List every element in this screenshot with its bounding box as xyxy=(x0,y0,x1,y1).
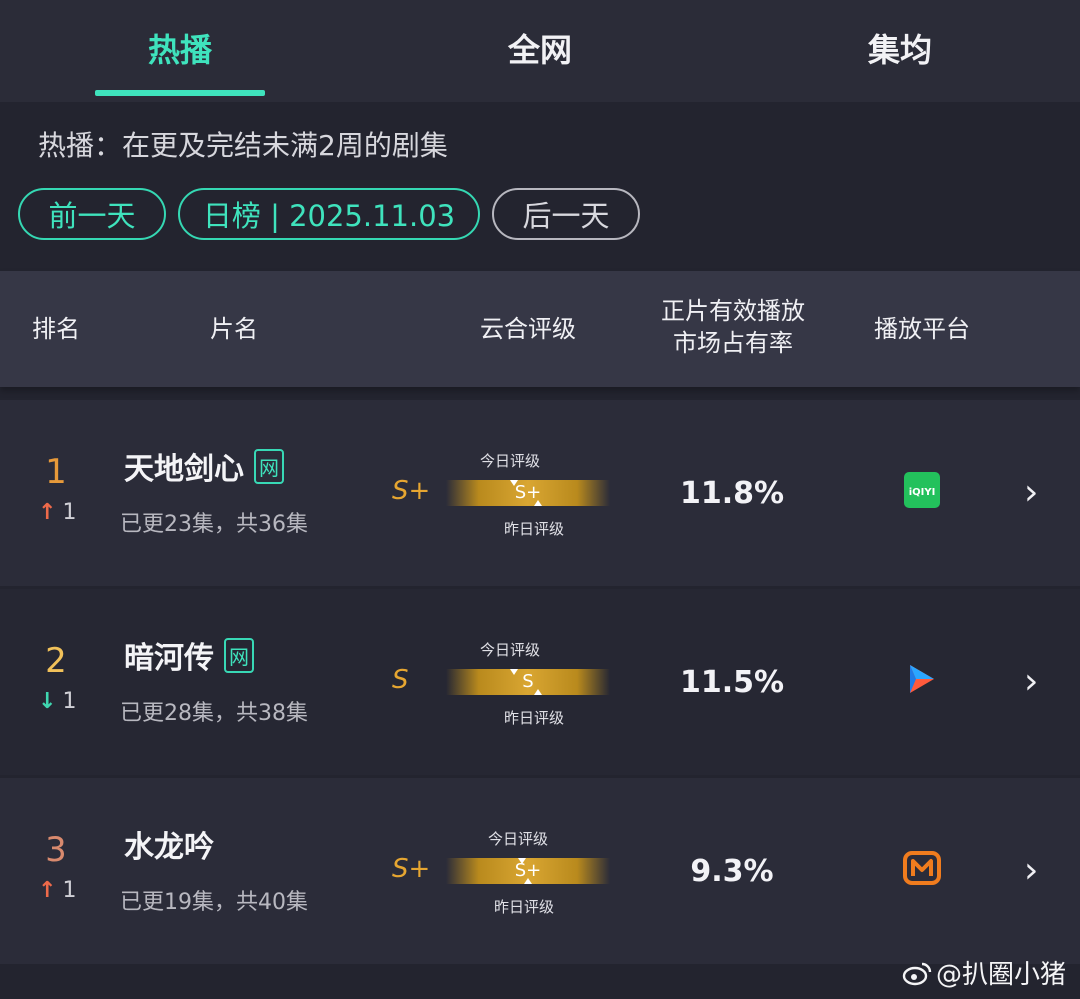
grade-bar-value: S xyxy=(522,671,534,692)
rank-change-value: 1 xyxy=(62,689,77,714)
show-title: 水龙吟 xyxy=(124,822,214,866)
tab-episode-average-label: 集均 xyxy=(867,31,932,69)
tab-bar: 热播 全网 集均 xyxy=(0,0,1080,102)
show-title-text: 水龙吟 xyxy=(124,830,214,865)
weibo-watermark: @扒圈小猪 xyxy=(902,954,1066,991)
rank-change: ↓ 1 xyxy=(38,689,76,714)
show-title: 暗河传 网 xyxy=(124,633,254,677)
table-row[interactable]: 3 ↑ 1 水龙吟 已更19集，共40集 S+ 今日评级 S+ 昨日评级 9.3… xyxy=(0,778,1080,964)
yesterday-marker xyxy=(524,878,532,884)
grade-label: S+ xyxy=(392,476,431,506)
mango-tv-icon xyxy=(902,848,942,888)
arrow-down-icon: ↓ xyxy=(38,689,57,714)
tab-hot-label: 热播 xyxy=(147,31,212,69)
header-share-line1: 正片有效播放 xyxy=(661,297,805,325)
chevron-right-icon[interactable]: › xyxy=(1024,661,1038,702)
iqiyi-icon: iQIYI xyxy=(902,470,942,510)
watermark-text: @扒圈小猪 xyxy=(935,960,1066,990)
prev-day-button[interactable]: 前一天 xyxy=(18,188,166,240)
table-row[interactable]: 1 ↑ 1 天地剑心 网 已更23集，共36集 S+ 今日评级 S+ 昨日评级 … xyxy=(0,400,1080,586)
tab-hot[interactable]: 热播 xyxy=(0,0,360,102)
grade-bar-value: S+ xyxy=(514,482,542,503)
episode-status: 已更19集，共40集 xyxy=(120,890,308,915)
yesterday-grade-label: 昨日评级 xyxy=(504,520,565,538)
tab-all-network-label: 全网 xyxy=(507,31,572,69)
yesterday-marker xyxy=(534,689,542,695)
grade-bar: S xyxy=(446,669,610,695)
rank-number: 3 xyxy=(45,830,67,870)
today-grade-label: 今日评级 xyxy=(480,452,541,470)
weibo-icon xyxy=(902,962,932,985)
rank-number: 2 xyxy=(45,641,67,681)
header-rank: 排名 xyxy=(32,315,80,343)
arrow-up-icon: ↑ xyxy=(38,500,57,525)
grade-bar: S+ xyxy=(446,858,610,884)
rank-number: 1 xyxy=(45,452,67,492)
chevron-right-icon[interactable]: › xyxy=(1024,850,1038,891)
header-platform: 播放平台 xyxy=(874,315,970,343)
youku-icon xyxy=(902,659,942,699)
web-badge: 网 xyxy=(254,448,284,484)
grade-label: S+ xyxy=(392,854,431,884)
current-date-button[interactable]: 日榜 | 2025.11.03 xyxy=(178,188,480,240)
tab-all-network[interactable]: 全网 xyxy=(360,0,720,102)
episode-status: 已更28集，共38集 xyxy=(120,701,308,726)
yesterday-marker xyxy=(534,500,542,506)
today-grade-label: 今日评级 xyxy=(480,641,541,659)
market-share: 11.5% xyxy=(679,665,785,700)
table-header: 排名 片名 云合评级 正片有效播放 市场占有率 播放平台 xyxy=(0,271,1080,387)
header-share-line2: 市场占有率 xyxy=(673,329,793,357)
header-title: 片名 xyxy=(210,315,258,343)
tab-episode-average[interactable]: 集均 xyxy=(720,0,1080,102)
show-title-text: 暗河传 xyxy=(124,641,214,676)
show-title: 天地剑心 网 xyxy=(124,444,284,488)
grade-bar: S+ xyxy=(446,480,610,506)
header-rating: 云合评级 xyxy=(480,315,576,343)
rank-change: ↑ 1 xyxy=(38,878,76,903)
next-day-button[interactable]: 后一天 xyxy=(492,188,640,240)
web-badge: 网 xyxy=(224,637,254,673)
market-share: 11.8% xyxy=(679,476,785,511)
episode-status: 已更23集，共36集 xyxy=(120,512,308,537)
market-share: 9.3% xyxy=(690,854,774,889)
yesterday-grade-label: 昨日评级 xyxy=(494,898,555,916)
rank-change: ↑ 1 xyxy=(38,500,76,525)
grade-label: S xyxy=(392,665,409,695)
yesterday-grade-label: 昨日评级 xyxy=(504,709,565,727)
svg-text:iQIYI: iQIYI xyxy=(909,487,936,498)
arrow-up-icon: ↑ xyxy=(38,878,57,903)
tab-active-underline xyxy=(95,90,265,96)
show-title-text: 天地剑心 xyxy=(124,452,244,487)
table-row[interactable]: 2 ↓ 1 暗河传 网 已更28集，共38集 S 今日评级 S 昨日评级 11.… xyxy=(0,589,1080,775)
rank-change-value: 1 xyxy=(62,500,77,525)
rank-change-value: 1 xyxy=(62,878,77,903)
today-grade-label: 今日评级 xyxy=(488,830,549,848)
chevron-right-icon[interactable]: › xyxy=(1024,472,1038,513)
list-description: 热播：在更及完结未满2周的剧集 xyxy=(38,129,448,162)
